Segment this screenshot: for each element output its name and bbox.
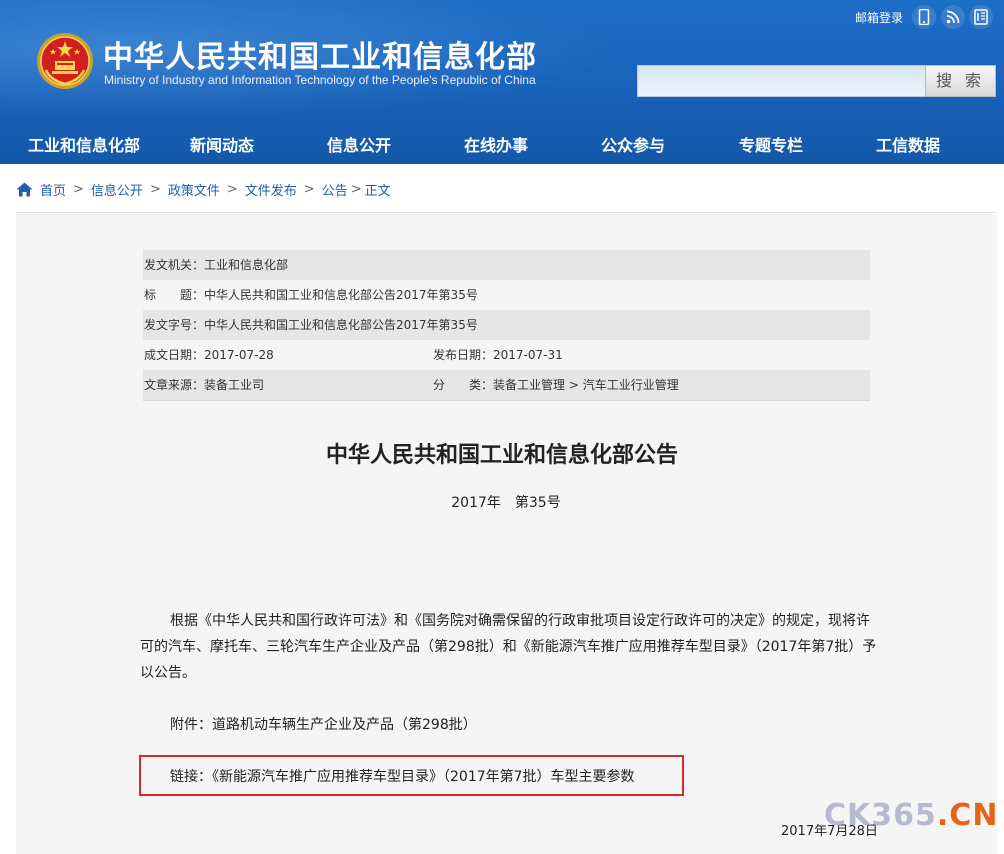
breadcrumb-info-disclosure[interactable]: 信息公开 — [91, 180, 143, 199]
related-link[interactable]: 链接：《新能源汽车推广应用推荐车型目录》（2017年第7批）车型主要参数 — [170, 766, 635, 786]
breadcrumb-separator: > — [303, 181, 315, 197]
breadcrumb-current: 正文 — [364, 183, 391, 199]
article-body-line: 可的汽车、摩托车、三轮汽车生产企业及产品（第298批）和《新能源汽车推广应用推荐… — [140, 639, 877, 655]
watermark-logo: CK365.CN — [824, 798, 999, 833]
national-emblem-icon[interactable] — [36, 32, 94, 90]
article-body-line: 以公告。 — [140, 665, 196, 681]
nav-item-info-disclosure[interactable]: 信息公开 — [327, 132, 391, 156]
breadcrumb-divider — [16, 212, 997, 213]
breadcrumb-separator: > — [149, 181, 161, 197]
breadcrumb-separator: > — [350, 181, 362, 197]
meta-source: 文章来源：装备工业司 — [144, 378, 265, 392]
breadcrumb-announcement[interactable]: 公告 — [322, 180, 348, 199]
meta-category: 分 类：装备工业管理 > 汽车工业行业管理 — [433, 378, 679, 392]
meta-row-dates: 成文日期：2017-07-28 发布日期：2017-07-31 — [143, 340, 870, 370]
article-number: 2017年 第35号 — [451, 495, 561, 511]
mobile-icon[interactable] — [912, 5, 936, 29]
meta-created-date: 成文日期：2017-07-28 — [144, 348, 274, 362]
site-title[interactable]: 中华人民共和国工业和信息化部 — [103, 32, 537, 76]
meta-issuer: 发文机关：工业和信息化部 — [144, 258, 289, 272]
breadcrumb-document-release[interactable]: 文件发布 — [245, 180, 297, 199]
meta-row-issuer: 发文机关：工业和信息化部 — [143, 250, 870, 280]
nav-item-miit-data[interactable]: 工信数据 — [876, 132, 940, 156]
meta-title: 标 题：中华人民共和国工业和信息化部公告2017年第35号 — [144, 288, 478, 302]
meta-row-title: 标 题：中华人民共和国工业和信息化部公告2017年第35号 — [143, 280, 870, 310]
nav-item-online-service[interactable]: 在线办事 — [464, 132, 528, 156]
breadcrumb-policy-documents[interactable]: 政策文件 — [168, 180, 220, 199]
breadcrumb-home[interactable]: 首页 — [40, 180, 66, 199]
nav-item-news[interactable]: 新闻动态 — [190, 132, 254, 156]
rss-icon[interactable] — [941, 5, 965, 29]
breadcrumb-separator: > — [226, 181, 238, 197]
nav-item-miit[interactable]: 工业和信息化部 — [28, 132, 140, 156]
weibo-icon[interactable] — [969, 5, 993, 29]
home-icon[interactable] — [16, 182, 33, 197]
meta-row-doc-number: 发文字号：中华人民共和国工业和信息化部公告2017年第35号 — [143, 310, 870, 340]
article-body-line: 根据《中华人民共和国行政许可法》和《国务院对确需保留的行政审批项目设定行政许可的… — [170, 613, 870, 629]
nav-item-special-topics[interactable]: 专题专栏 — [739, 132, 803, 156]
mail-login-link[interactable]: 邮箱登录 — [855, 9, 903, 26]
site-header: 中华人民共和国工业和信息化部 Ministry of Industry and … — [0, 0, 1004, 164]
main-nav: 工业和信息化部 新闻动态 信息公开 在线办事 公众参与 专题专栏 工信数据 — [0, 124, 1004, 164]
search-button[interactable]: 搜 索 — [925, 65, 996, 97]
site-subtitle: Ministry of Industry and Information Tec… — [104, 73, 536, 87]
meta-published-date: 发布日期：2017-07-31 — [433, 348, 563, 362]
meta-divider — [143, 400, 870, 401]
attachment-link[interactable]: 附件：道路机动车辆生产企业及产品（第298批） — [170, 714, 905, 734]
meta-row-source: 文章来源：装备工业司 分 类：装备工业管理 > 汽车工业行业管理 — [143, 370, 870, 400]
search-input[interactable] — [637, 65, 925, 97]
nav-item-public-participation[interactable]: 公众参与 — [601, 132, 665, 156]
meta-doc-number: 发文字号：中华人民共和国工业和信息化部公告2017年第35号 — [144, 318, 478, 332]
breadcrumb-separator: > — [73, 181, 84, 197]
breadcrumb: 首页 > 信息公开 > 政策文件 > 文件发布 > 公告 > 正文 — [16, 178, 391, 200]
article-heading: 中华人民共和国工业和信息化部公告 — [325, 443, 678, 468]
